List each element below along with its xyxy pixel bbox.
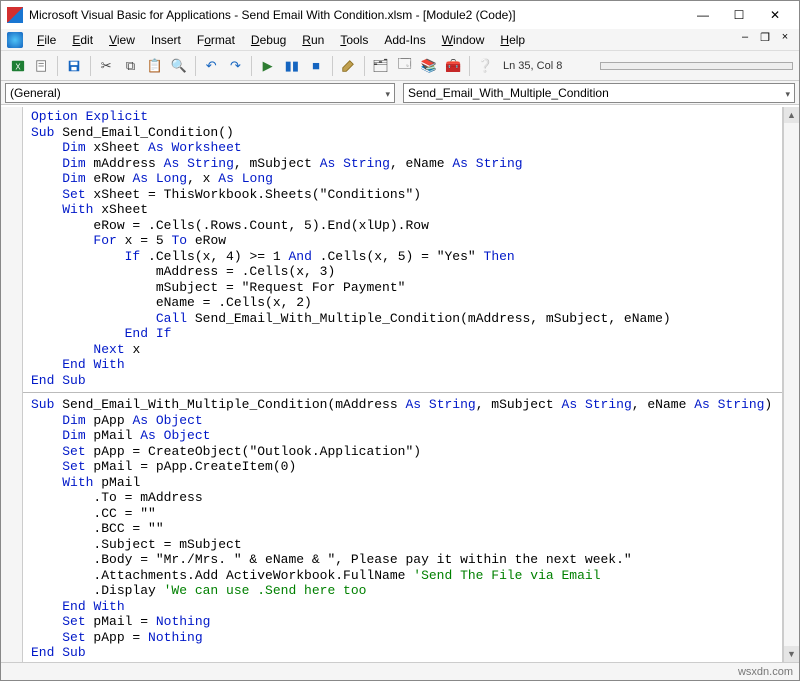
titlebar: Microsoft Visual Basic for Applications … bbox=[1, 1, 799, 29]
object-dropdown-value: (General) bbox=[10, 86, 61, 100]
svg-text:X: X bbox=[15, 62, 21, 71]
menu-debug[interactable]: Debug bbox=[243, 31, 294, 49]
menu-insert[interactable]: Insert bbox=[143, 31, 189, 49]
run-icon[interactable]: ▶ bbox=[257, 55, 278, 77]
object-dropdown[interactable]: (General) bbox=[5, 83, 395, 103]
object-browser-icon[interactable]: 📚 bbox=[418, 55, 439, 77]
minimize-button[interactable]: — bbox=[685, 3, 721, 27]
menu-run[interactable]: Run bbox=[294, 31, 332, 49]
code-gutter bbox=[1, 107, 23, 662]
mdi-minimize-button[interactable]: – bbox=[737, 31, 753, 44]
menu-tools[interactable]: Tools bbox=[332, 31, 376, 49]
copy-icon[interactable]: ⧉ bbox=[120, 55, 141, 77]
window-title: Microsoft Visual Basic for Applications … bbox=[29, 8, 685, 22]
toolbox-icon[interactable]: 🧰 bbox=[443, 55, 464, 77]
footer-strip: wsxdn.com bbox=[1, 662, 799, 680]
undo-icon[interactable]: ↶ bbox=[201, 55, 222, 77]
design-mode-icon[interactable] bbox=[338, 55, 359, 77]
watermark-label: wsxdn.com bbox=[738, 666, 793, 678]
code-dropdowns: (General) Send_Email_With_Multiple_Condi… bbox=[1, 81, 799, 105]
break-icon[interactable]: ▮▮ bbox=[281, 55, 302, 77]
procedure-dropdown-value: Send_Email_With_Multiple_Condition bbox=[408, 86, 609, 100]
mdi-close-button[interactable]: × bbox=[777, 31, 793, 44]
chevron-down-icon bbox=[385, 86, 390, 100]
save-icon[interactable] bbox=[63, 55, 84, 77]
paste-icon[interactable]: 📋 bbox=[144, 55, 165, 77]
properties-window-icon[interactable]: 🗔 bbox=[394, 55, 415, 77]
procedure-dropdown[interactable]: Send_Email_With_Multiple_Condition bbox=[403, 83, 795, 103]
reset-icon[interactable]: ■ bbox=[305, 55, 326, 77]
close-button[interactable]: ✕ bbox=[757, 3, 793, 27]
menu-addins[interactable]: Add-Ins bbox=[376, 31, 433, 49]
redo-icon[interactable]: ↷ bbox=[225, 55, 246, 77]
menu-file[interactable]: File bbox=[29, 31, 64, 49]
cursor-position-label: Ln 35, Col 8 bbox=[503, 60, 593, 72]
code-pane: Option Explicit Sub Send_Email_Condition… bbox=[1, 107, 799, 662]
scroll-down-icon[interactable]: ▼ bbox=[784, 646, 799, 662]
project-explorer-icon[interactable]: 🗂 bbox=[370, 55, 391, 77]
mdi-restore-button[interactable]: ❐ bbox=[757, 31, 773, 44]
mdi-window-buttons: – ❐ × bbox=[737, 31, 793, 44]
chevron-down-icon bbox=[785, 86, 790, 100]
menubar: File Edit View Insert Format Debug Run T… bbox=[1, 29, 799, 51]
vba-doc-icon bbox=[7, 32, 23, 48]
code-editor[interactable]: Option Explicit Sub Send_Email_Condition… bbox=[23, 107, 783, 662]
menu-format[interactable]: Format bbox=[189, 31, 243, 49]
toolbar-progress bbox=[600, 62, 793, 70]
toolbar: X ✂ ⧉ 📋 🔍 ↶ ↷ ▶ ▮▮ ■ 🗂 🗔 📚 🧰 ❔ Ln 35, Co… bbox=[1, 51, 799, 81]
find-icon[interactable]: 🔍 bbox=[168, 55, 189, 77]
vertical-scrollbar[interactable]: ▲ ▼ bbox=[783, 107, 799, 662]
view-excel-icon[interactable]: X bbox=[7, 55, 28, 77]
menu-edit[interactable]: Edit bbox=[64, 31, 101, 49]
menu-window[interactable]: Window bbox=[434, 31, 493, 49]
menu-view[interactable]: View bbox=[101, 31, 143, 49]
vba-app-icon bbox=[7, 7, 23, 23]
maximize-button[interactable]: ☐ bbox=[721, 3, 757, 27]
help-icon[interactable]: ❔ bbox=[475, 55, 496, 77]
cut-icon[interactable]: ✂ bbox=[96, 55, 117, 77]
scroll-up-icon[interactable]: ▲ bbox=[784, 107, 799, 123]
scroll-track[interactable] bbox=[784, 123, 799, 646]
menu-help[interactable]: Help bbox=[492, 31, 533, 49]
insert-module-icon[interactable] bbox=[31, 55, 52, 77]
